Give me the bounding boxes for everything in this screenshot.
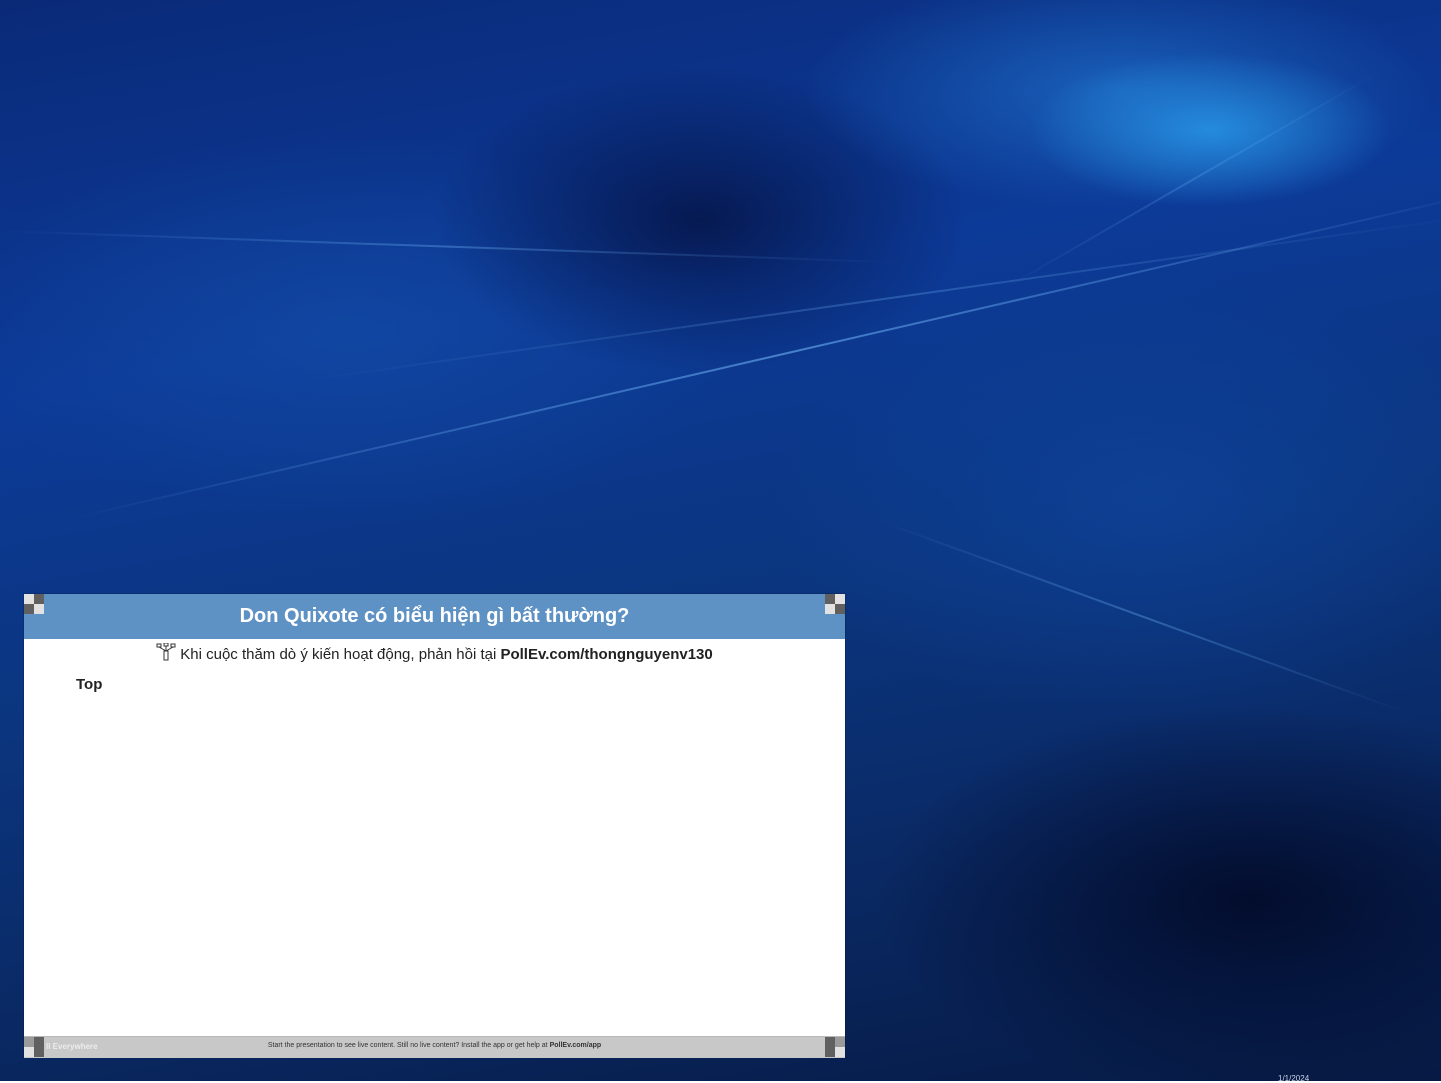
resize-handle-bottom-left-icon[interactable]	[24, 1037, 44, 1057]
instruction-text: Khi cuộc thăm dò ý kiến hoạt động, phản …	[180, 646, 501, 663]
footer-help-message: Start the presentation to see live conte…	[267, 1042, 550, 1049]
light-streak	[879, 520, 1407, 714]
footer-help-url[interactable]: PollEv.com/app	[550, 1042, 602, 1049]
top-label: Top	[76, 676, 103, 693]
poll-footer: ll Everywhere Start the presentation to …	[24, 1036, 845, 1058]
instruction-url[interactable]: PollEv.com/thongnguyenv130	[500, 646, 712, 663]
poll-everywhere-icon	[156, 642, 176, 661]
poll-title: Don Quixote có biểu hiện gì bất thường?	[239, 605, 630, 627]
light-streak	[59, 182, 1441, 522]
footer-help-text: Start the presentation to see live conte…	[24, 1042, 845, 1049]
poll-window[interactable]: Don Quixote có biểu hiện gì bất thường? …	[24, 594, 845, 1058]
desktop-corner-text: 1/1/2024	[1278, 1074, 1310, 1083]
light-streak	[299, 213, 1441, 382]
resize-handle-top-left-icon[interactable]	[24, 594, 44, 614]
poll-header: Don Quixote có biểu hiện gì bất thường?	[24, 594, 845, 639]
poll-instruction: Khi cuộc thăm dò ý kiến hoạt động, phản …	[24, 642, 845, 663]
resize-handle-bottom-right-icon[interactable]	[825, 1037, 845, 1057]
resize-handle-top-right-icon[interactable]	[825, 594, 845, 614]
light-streak	[0, 230, 900, 264]
